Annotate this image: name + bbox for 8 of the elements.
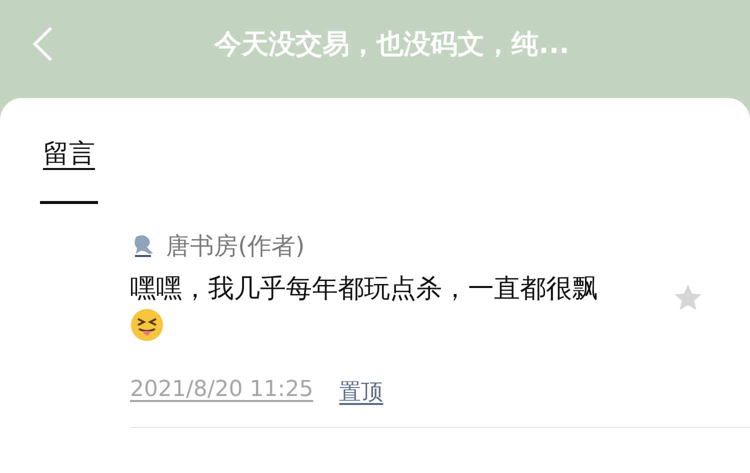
comment-text: 嘿嘿，我几乎每年都玩点杀，一直都很飘 [130, 270, 620, 347]
pin-link[interactable]: 置顶 [339, 377, 384, 407]
back-icon[interactable] [32, 26, 54, 62]
timestamp: 2021/8/20 11:25 [130, 377, 314, 404]
tab[interactable]: 留言 [40, 128, 98, 204]
author-name: 唐书房(作者) [166, 231, 305, 262]
page-title: 今天没交易，也没码文，纯... [213, 28, 570, 62]
tongue-out-emoji-icon [130, 308, 164, 342]
